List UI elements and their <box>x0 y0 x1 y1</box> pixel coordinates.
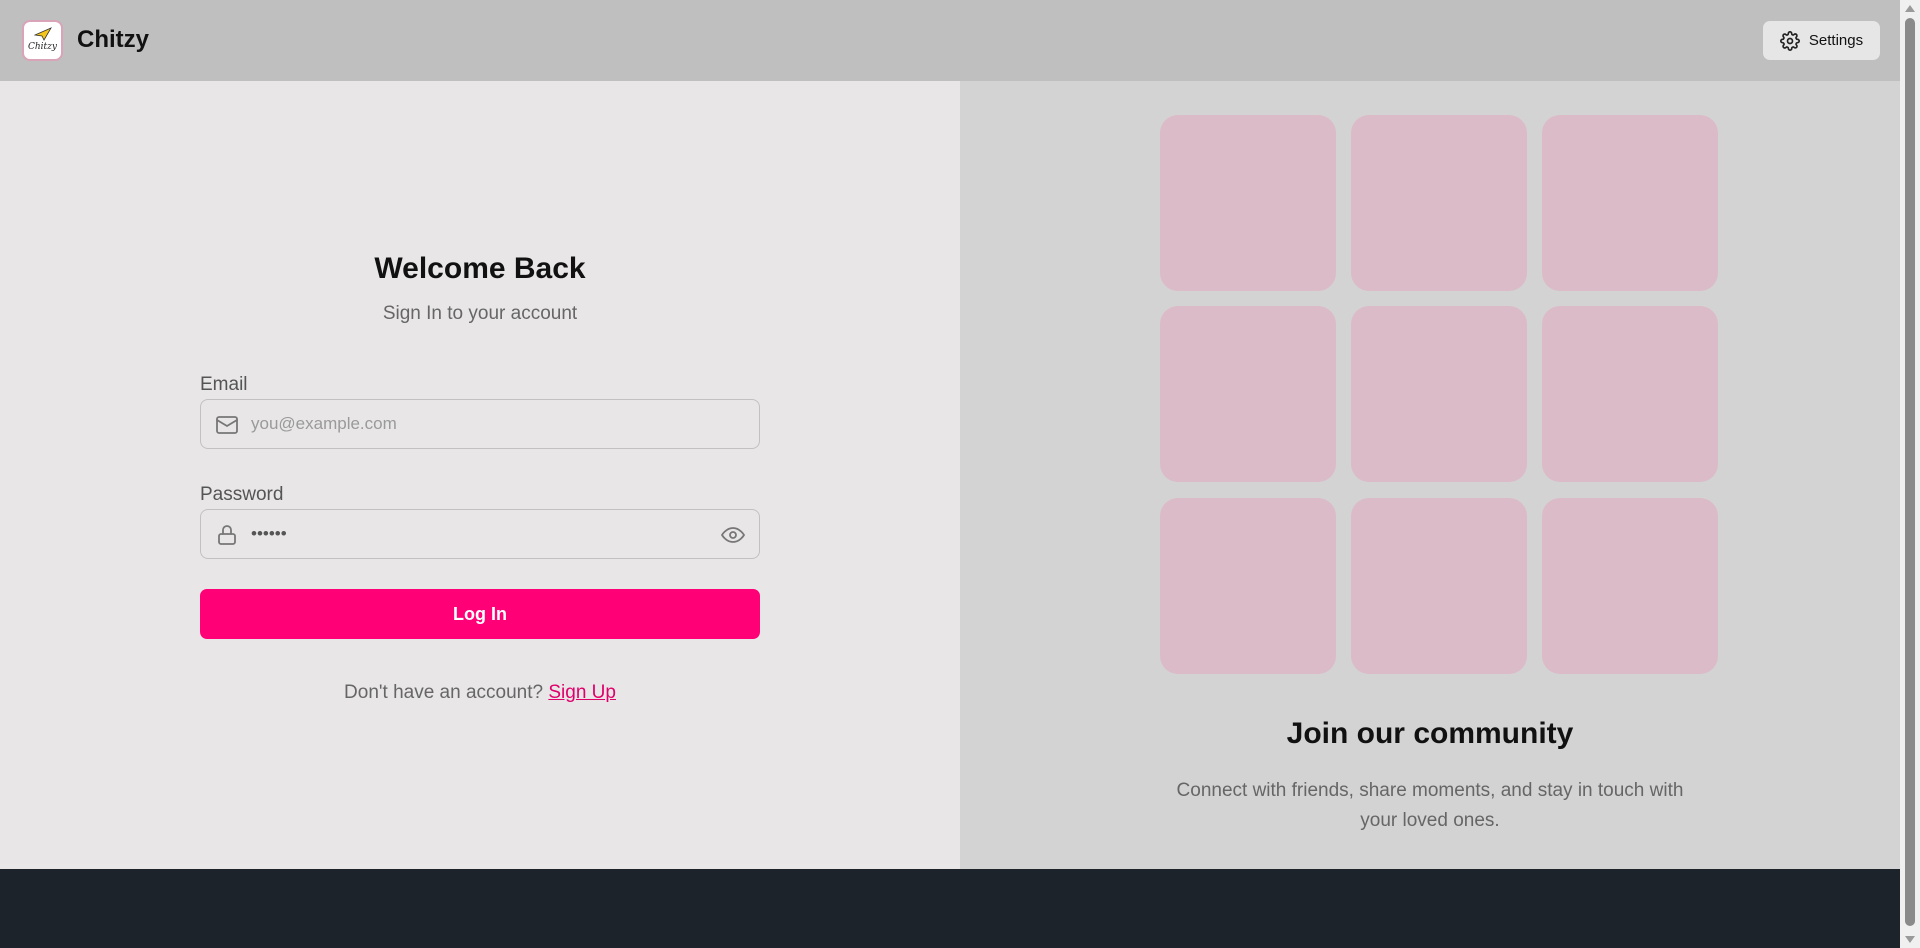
settings-label: Settings <box>1808 32 1864 49</box>
eye-icon[interactable] <box>721 523 745 547</box>
community-tile <box>1542 115 1718 291</box>
login-panel: Welcome Back Sign In to your account Ema… <box>0 81 960 869</box>
signup-prompt: Don't have an account? Sign Up <box>0 682 960 704</box>
community-tile <box>1542 306 1718 482</box>
page-subtitle: Sign In to your account <box>382 303 578 324</box>
page-title: Welcome Back <box>374 252 586 285</box>
community-title: Join our community <box>1286 717 1574 750</box>
logo-text: Chitzy <box>27 41 57 52</box>
scroll-thumb[interactable] <box>1905 18 1915 926</box>
paper-plane-icon <box>34 27 52 41</box>
email-field[interactable] <box>251 400 711 448</box>
community-tile <box>1542 498 1718 674</box>
community-tile <box>1160 498 1336 674</box>
community-tile <box>1160 115 1336 291</box>
community-description: Connect with friends, share moments, and… <box>1176 780 1684 831</box>
email-field-wrapper <box>200 399 760 449</box>
community-tile <box>1351 306 1527 482</box>
password-label: Password <box>200 484 284 505</box>
community-tile <box>1160 306 1336 482</box>
page-scrollbar[interactable] <box>1900 0 1920 948</box>
app-header: Chitzy Chitzy Settings <box>0 0 1900 81</box>
login-button[interactable]: Log In <box>200 589 760 639</box>
scroll-down-arrow[interactable] <box>1905 936 1915 943</box>
lock-icon <box>218 525 236 545</box>
app-name: Chitzy <box>77 26 149 53</box>
password-field-wrapper <box>200 509 760 559</box>
signup-prompt-text: Don't have an account? <box>344 682 544 703</box>
password-field[interactable] <box>251 510 711 558</box>
email-label: Email <box>200 374 248 395</box>
signup-link[interactable]: Sign Up <box>548 682 616 703</box>
community-tile <box>1351 115 1527 291</box>
mail-icon <box>216 416 238 434</box>
app-logo[interactable]: Chitzy <box>22 20 63 61</box>
settings-button[interactable]: Settings <box>1763 21 1880 60</box>
community-tile <box>1351 498 1527 674</box>
scroll-up-arrow[interactable] <box>1905 5 1915 12</box>
gear-icon <box>1779 30 1800 51</box>
